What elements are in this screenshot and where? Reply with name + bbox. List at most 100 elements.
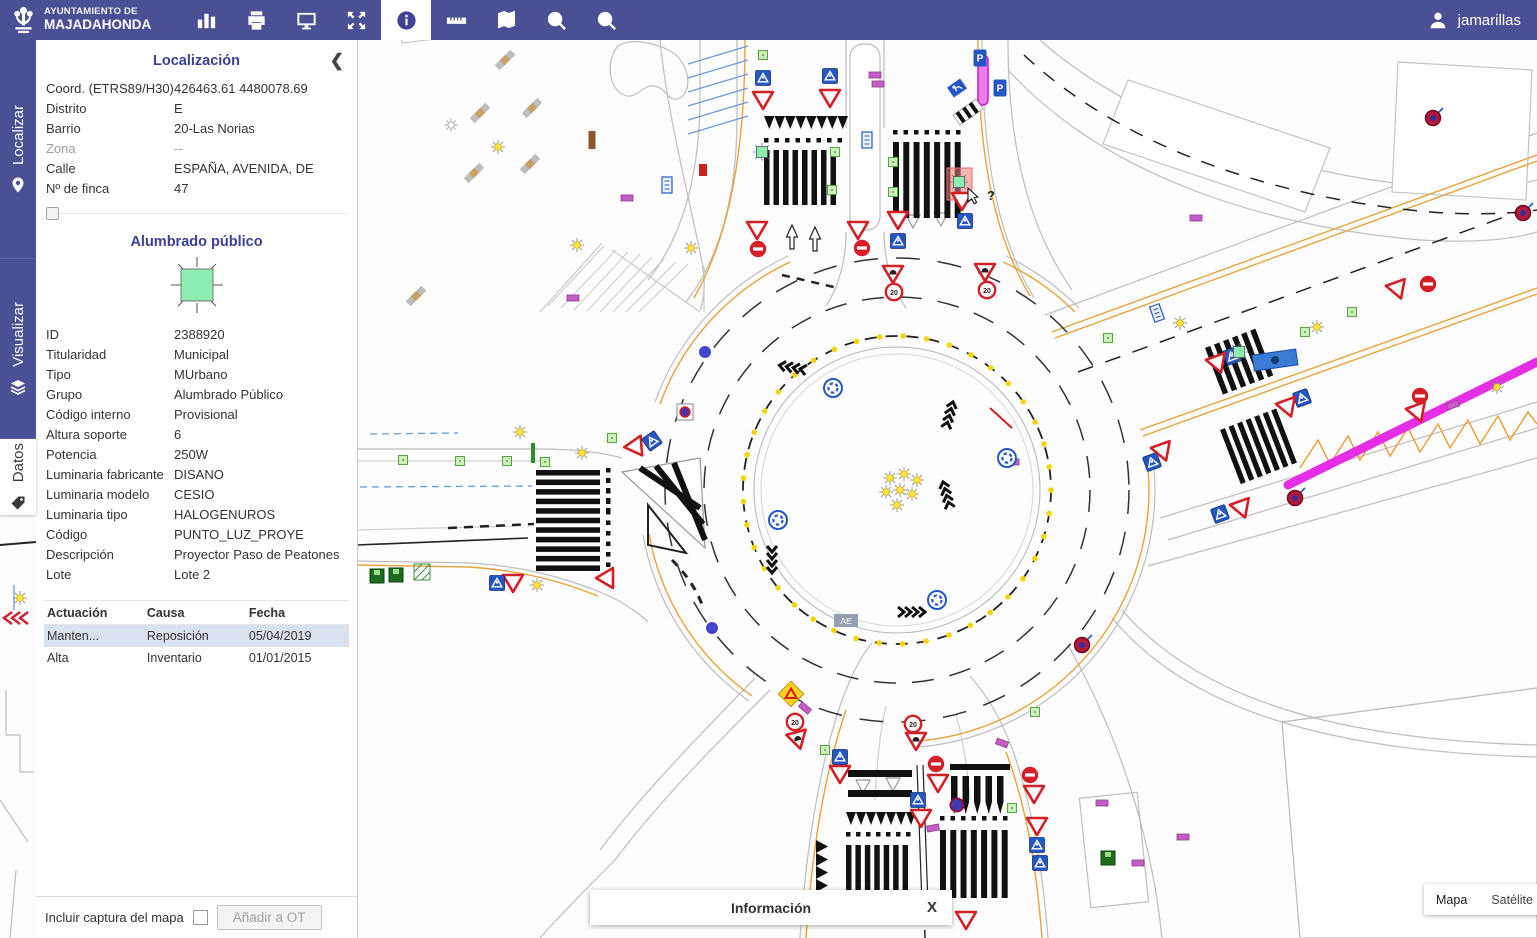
pedBlue-marker[interactable] xyxy=(642,431,663,452)
container-marker[interactable] xyxy=(1101,851,1115,865)
yield-marker[interactable] xyxy=(911,810,931,827)
sun-marker[interactable] xyxy=(684,241,698,255)
sidebar-tab-datos[interactable]: Datos xyxy=(0,439,36,515)
greenSq-marker[interactable] xyxy=(541,458,550,467)
noentry-marker[interactable] xyxy=(928,756,944,772)
handicap-marker[interactable] xyxy=(947,78,967,97)
magRect-marker[interactable] xyxy=(927,824,940,832)
magRect-marker[interactable] xyxy=(1190,215,1202,221)
greenSq-marker[interactable] xyxy=(759,51,768,60)
yield-marker[interactable] xyxy=(747,222,767,239)
speed20-marker[interactable] xyxy=(979,282,995,298)
sun-marker[interactable] xyxy=(910,473,924,487)
greenSq-marker[interactable] xyxy=(456,457,465,466)
greenSq-marker[interactable] xyxy=(828,186,837,195)
pedBlue-marker[interactable] xyxy=(1033,856,1048,871)
greenSq-marker[interactable] xyxy=(821,746,830,755)
bump-marker[interactable] xyxy=(906,733,926,750)
blueTag-marker[interactable] xyxy=(862,132,872,148)
sun-marker[interactable] xyxy=(1173,316,1187,330)
pedBlue-marker[interactable] xyxy=(1210,504,1229,523)
lightSq-marker[interactable] xyxy=(950,173,968,191)
add-to-ot-button[interactable]: Añadir a OT xyxy=(217,905,322,930)
sun-marker[interactable] xyxy=(1490,380,1504,394)
yield-marker[interactable] xyxy=(956,912,976,929)
sun-marker[interactable] xyxy=(1310,320,1324,334)
bench-marker[interactable] xyxy=(522,98,543,119)
speed20-marker[interactable] xyxy=(787,714,803,730)
magRect-marker[interactable] xyxy=(798,702,811,714)
parkP-marker[interactable] xyxy=(974,50,987,67)
include-capture-checkbox[interactable] xyxy=(193,910,208,925)
layers-button[interactable] xyxy=(481,0,531,40)
yield-marker[interactable] xyxy=(928,775,948,792)
yield-marker[interactable] xyxy=(1027,818,1047,835)
yield-marker[interactable] xyxy=(503,575,523,592)
bench-marker[interactable] xyxy=(406,286,427,307)
blueDot-marker[interactable] xyxy=(706,622,718,634)
sun-marker[interactable] xyxy=(530,578,544,592)
blueCircle-marker[interactable] xyxy=(928,591,946,609)
greenSq-marker[interactable] xyxy=(503,457,512,466)
bench-marker[interactable] xyxy=(464,163,485,184)
bump-marker[interactable] xyxy=(786,730,810,752)
print-button[interactable] xyxy=(231,0,281,40)
sun-marker[interactable] xyxy=(879,485,893,499)
sidebar-tab-localizar[interactable]: Localizar xyxy=(0,40,36,259)
slider-handle[interactable] xyxy=(46,207,59,220)
yield-marker[interactable] xyxy=(830,766,850,783)
opacity-slider[interactable] xyxy=(46,207,347,220)
greenSq-marker[interactable] xyxy=(1348,308,1357,317)
redDot-marker[interactable] xyxy=(1075,635,1093,653)
noentry-marker[interactable] xyxy=(1022,767,1038,783)
history-row[interactable]: AltaInventario01/01/2015 xyxy=(44,647,349,669)
bump-marker[interactable] xyxy=(883,266,903,283)
blueDot-marker[interactable] xyxy=(699,346,711,358)
basemap-map-button[interactable]: Mapa xyxy=(1424,893,1479,907)
zoom-out-button[interactable] xyxy=(581,0,631,40)
pedBlue-marker[interactable] xyxy=(756,71,771,86)
sun-marker[interactable] xyxy=(575,446,589,460)
blueTag-marker[interactable] xyxy=(662,177,672,193)
magRect-marker[interactable] xyxy=(1132,860,1144,866)
ruler-button[interactable] xyxy=(431,0,481,40)
greenSq-marker[interactable] xyxy=(1008,804,1017,813)
bar-chart-button[interactable] xyxy=(181,0,231,40)
yield-marker[interactable] xyxy=(596,568,613,588)
sun-marker[interactable] xyxy=(890,498,904,512)
pedBlue-marker[interactable] xyxy=(891,234,906,249)
chev-marker[interactable] xyxy=(898,607,925,617)
magRect-marker[interactable] xyxy=(567,295,579,301)
redDot-marker[interactable] xyxy=(1288,488,1306,506)
yellowDiamond-marker[interactable] xyxy=(778,681,803,706)
greenSq-marker[interactable] xyxy=(831,148,840,157)
chev-marker[interactable] xyxy=(767,546,777,573)
speed20-marker[interactable] xyxy=(886,284,902,300)
greenSq-marker[interactable] xyxy=(1301,328,1310,337)
noentry-marker[interactable] xyxy=(750,241,766,257)
redDot-marker[interactable] xyxy=(1516,203,1534,221)
chev-marker[interactable] xyxy=(779,360,807,375)
monitor-button[interactable] xyxy=(281,0,331,40)
fullscreen-button[interactable] xyxy=(331,0,381,40)
sunOff-marker[interactable] xyxy=(445,119,458,132)
pedBlue-marker[interactable] xyxy=(833,750,848,765)
greenSq-marker[interactable] xyxy=(1031,708,1040,717)
zoom-in-button[interactable] xyxy=(531,0,581,40)
container-marker[interactable] xyxy=(370,569,384,583)
noentry-marker[interactable] xyxy=(1420,276,1436,292)
cursor-marker[interactable] xyxy=(968,188,978,204)
chev-marker[interactable] xyxy=(941,401,958,430)
greenSq-marker[interactable] xyxy=(1104,334,1113,343)
pedBlue-marker[interactable] xyxy=(823,69,838,84)
lightSq-marker[interactable] xyxy=(1230,343,1248,361)
yield-marker[interactable] xyxy=(753,92,773,109)
sun-marker[interactable] xyxy=(513,425,527,439)
user-menu[interactable]: jamarillas xyxy=(1427,9,1537,31)
laneArrow-marker[interactable] xyxy=(787,225,798,249)
sun-marker[interactable] xyxy=(897,467,911,481)
pedBlue-marker[interactable] xyxy=(911,793,926,808)
magRect-marker[interactable] xyxy=(1096,800,1108,806)
blueCircle-marker[interactable] xyxy=(824,379,842,397)
parkP-marker[interactable] xyxy=(994,80,1007,97)
